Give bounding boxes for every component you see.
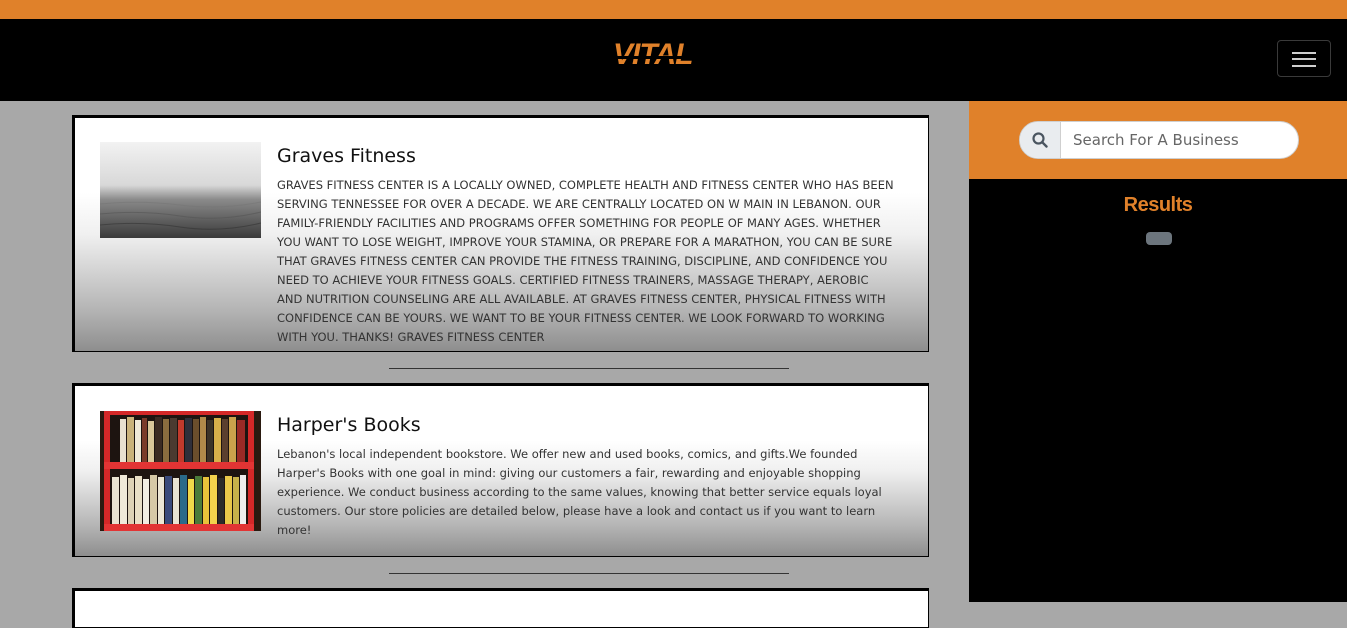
- search-icon: [1032, 132, 1048, 148]
- search-button[interactable]: [1020, 122, 1061, 158]
- business-name[interactable]: Harper's Books: [277, 414, 421, 436]
- search-panel: [969, 101, 1347, 179]
- search-input[interactable]: [1061, 122, 1298, 158]
- navbar: VITAL: [0, 19, 1347, 101]
- menu-toggle-button[interactable]: [1277, 40, 1331, 77]
- results-badge: [1146, 232, 1172, 245]
- search-box[interactable]: [1019, 121, 1299, 159]
- hamburger-icon-line-2: [1292, 58, 1316, 60]
- hamburger-icon-line-1: [1292, 52, 1316, 54]
- business-description: GRAVES FITNESS CENTER IS A LOCALLY OWNED…: [277, 178, 894, 344]
- search-sidebar: Results: [969, 101, 1347, 602]
- business-card[interactable]: Harper's Books Lebanon's local independe…: [72, 383, 929, 557]
- card-divider: [389, 368, 789, 369]
- business-description: Lebanon's local independent bookstore. W…: [277, 447, 882, 537]
- card-divider: [389, 573, 789, 574]
- business-name[interactable]: Graves Fitness: [277, 145, 416, 167]
- business-image-bookshelf[interactable]: [100, 411, 261, 531]
- business-card[interactable]: [72, 588, 929, 628]
- top-accent-bar: [0, 0, 1347, 19]
- foggy-sea-photo: [99, 142, 262, 238]
- business-card[interactable]: Graves Fitness GRAVES FITNESS CENTER IS …: [72, 115, 929, 352]
- results-heading: Results: [1123, 194, 1193, 216]
- bookshelf-photo: [100, 411, 261, 531]
- brand-logo[interactable]: VITAL: [613, 37, 693, 73]
- hamburger-icon-line-3: [1292, 65, 1316, 67]
- business-image-foggy-sea[interactable]: [99, 142, 262, 238]
- logo-strike-line: [612, 56, 682, 59]
